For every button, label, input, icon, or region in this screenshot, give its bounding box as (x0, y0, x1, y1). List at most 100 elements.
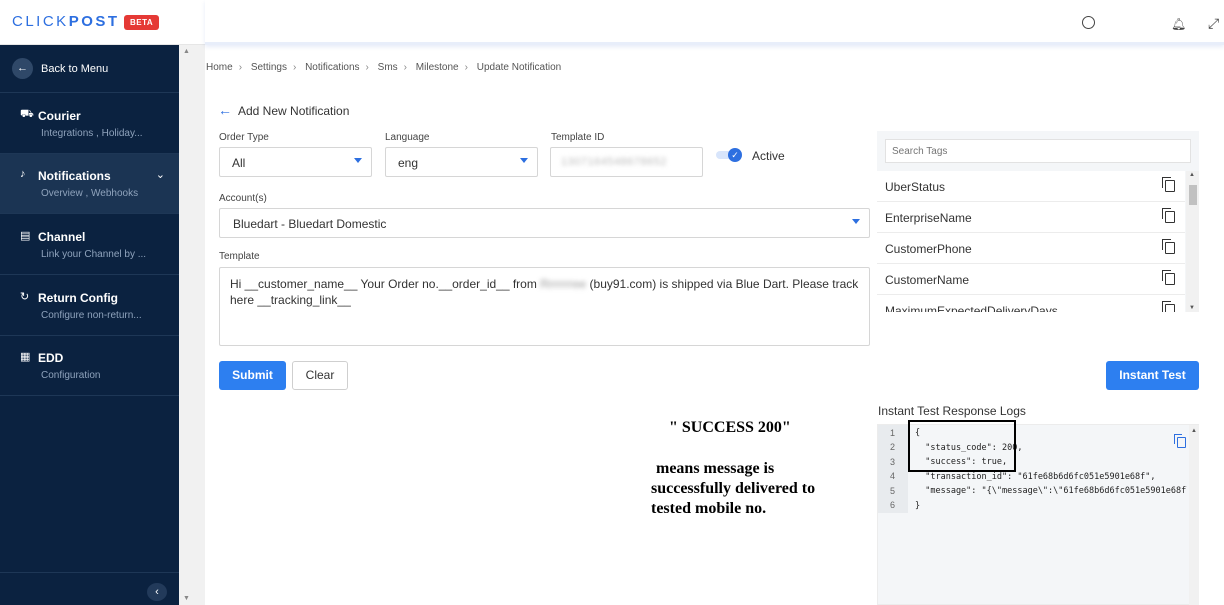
sidebar-item-channel[interactable]: ▤ Channel Link your Channel by ... (0, 215, 179, 275)
template-id-input[interactable]: 1307164548678652 (550, 147, 703, 177)
template-id-label: Template ID (551, 132, 605, 143)
sidebar-item-title: Notifications (38, 169, 111, 183)
arrow-left-icon: ← (12, 58, 33, 79)
user-profile-icon[interactable] (1082, 16, 1095, 29)
clear-button[interactable]: Clear (292, 361, 348, 390)
line-number: 1 (890, 428, 896, 438)
annotation-line: means message is (656, 460, 775, 477)
scroll-thumb[interactable] (1189, 185, 1197, 205)
logo-bar: CLICKPOST BETA (0, 0, 205, 45)
copy-icon[interactable] (1162, 301, 1175, 312)
tags-list: UberStatus EnterpriseName CustomerPhone … (877, 171, 1185, 312)
breadcrumb-home[interactable]: Home (206, 62, 233, 73)
line-number: 4 (890, 471, 896, 481)
tags-search-input[interactable] (885, 139, 1191, 163)
code-line: } (915, 501, 921, 511)
bell-icon[interactable]: 🔔︎ (1171, 17, 1186, 31)
template-textarea[interactable]: Hi __customer_name__ Your Order no.__ord… (219, 267, 870, 346)
copy-icon[interactable] (1162, 208, 1175, 223)
sidebar-item-title: Channel (38, 230, 86, 244)
sidebar-item-subtitle: Configure non-return... (41, 310, 142, 321)
annotation-heading: " SUCCESS 200" (669, 419, 791, 436)
sidebar-scrollbar[interactable]: ▲ ▼ (179, 45, 205, 605)
code-line: "message": "{\"message\":\"61fe68b6d6fc0… (915, 486, 1187, 496)
instant-test-button[interactable]: Instant Test (1106, 361, 1199, 390)
breadcrumb-sms[interactable]: Sms (378, 62, 398, 73)
annotation-line: successfully delivered to (651, 480, 816, 497)
sidebar-item-return-config[interactable]: ↻ Return Config Configure non-return... (0, 276, 179, 336)
page-title-text: Add New Notification (238, 104, 350, 118)
annotation-line: tested mobile no. (651, 500, 767, 517)
submit-button[interactable]: Submit (219, 361, 286, 390)
breadcrumb-notifications[interactable]: Notifications (305, 62, 359, 73)
page-title: ← Add New Notification (218, 102, 349, 118)
code-line: "transaction_id": "61fe68b6d6fc051e5901e… (915, 472, 1156, 482)
beta-badge: BETA (124, 15, 160, 30)
chevron-right-icon: › (292, 62, 297, 73)
chevron-down-icon: ⌄ (155, 169, 165, 181)
channel-icon: ▤ (20, 230, 31, 242)
scroll-up-icon[interactable]: ▲ (183, 48, 190, 55)
collapse-sidebar-button[interactable]: ‹ (147, 583, 167, 601)
list-item[interactable]: MaximumExpectedDeliveryDays (877, 295, 1185, 312)
tags-panel: UberStatus EnterpriseName CustomerPhone … (877, 131, 1199, 312)
tag-label: CustomerName (885, 273, 970, 287)
language-label: Language (385, 132, 430, 143)
sidebar-item-notifications[interactable]: ♪ Notifications Overview , Webhooks ⌄ (0, 154, 179, 214)
scroll-down-icon[interactable]: ▼ (183, 595, 190, 602)
chevron-right-icon: › (238, 62, 243, 73)
sidebar-item-subtitle: Integrations , Holiday... (41, 128, 143, 139)
copy-icon[interactable] (1162, 177, 1175, 192)
list-item[interactable]: UberStatus (877, 171, 1185, 202)
order-type-value: All (232, 156, 246, 170)
order-type-label: Order Type (219, 132, 269, 143)
accounts-value: Bluedart - Bluedart Domestic (233, 217, 387, 231)
back-to-menu-button[interactable]: ← Back to Menu (0, 45, 179, 93)
sidebar-item-subtitle: Configuration (41, 370, 101, 381)
expand-icon[interactable]: ⤢ (1208, 15, 1219, 32)
line-number: 5 (890, 486, 896, 496)
tag-label: UberStatus (885, 180, 946, 194)
return-icon: ↻ (20, 291, 30, 303)
scroll-up-icon[interactable]: ▲ (1191, 428, 1197, 434)
accounts-select[interactable]: Bluedart - Bluedart Domestic (219, 208, 870, 238)
caret-down-icon (852, 219, 860, 224)
caret-down-icon (354, 158, 362, 163)
tags-scrollbar[interactable]: ▲ ▼ (1186, 171, 1199, 312)
sidebar-item-edd[interactable]: ▦ EDD Configuration (0, 336, 179, 396)
logs-scrollbar[interactable]: ▲ (1189, 425, 1199, 605)
list-item[interactable]: CustomerPhone (877, 233, 1185, 264)
list-item[interactable]: CustomerName (877, 264, 1185, 295)
line-number: 6 (890, 500, 896, 510)
logo[interactable]: CLICKPOST (12, 13, 120, 30)
list-item[interactable]: EnterpriseName (877, 202, 1185, 233)
logo-text-bold: POST (68, 13, 120, 30)
highlight-box (908, 420, 1016, 472)
back-to-menu-label: Back to Menu (41, 63, 109, 75)
copy-icon[interactable] (1162, 270, 1175, 285)
tag-label: CustomerPhone (885, 242, 972, 256)
sidebar-item-subtitle: Overview , Webhooks (41, 188, 139, 199)
language-select[interactable]: eng (385, 147, 538, 177)
sidebar-item-title: Return Config (38, 291, 118, 305)
accounts-label: Account(s) (219, 193, 267, 204)
order-type-select[interactable]: All (219, 147, 372, 177)
template-text-part1: Hi __customer_name__ Your Order no.__ord… (230, 277, 541, 291)
scroll-up-icon[interactable]: ▲ (1189, 172, 1195, 178)
template-id-value: 1307164548678652 (561, 156, 667, 168)
breadcrumb-settings[interactable]: Settings (251, 62, 287, 73)
breadcrumb: Home › Settings › Notifications › Sms › Mile… (206, 62, 561, 73)
back-arrow-icon[interactable]: ← (218, 102, 232, 118)
check-icon: ✓ (728, 148, 742, 162)
sidebar: ← Back to Menu ⛟ Courier Integrations , … (0, 0, 179, 605)
tag-label: EnterpriseName (885, 211, 972, 225)
notification-icon: ♪ (20, 168, 26, 180)
breadcrumb-milestone[interactable]: Milestone (416, 62, 459, 73)
copy-icon[interactable] (1162, 239, 1175, 254)
line-number: 3 (890, 457, 896, 467)
sidebar-item-courier[interactable]: ⛟ Courier Integrations , Holiday... (0, 94, 179, 154)
template-label: Template (219, 251, 260, 262)
language-value: eng (398, 156, 419, 170)
scroll-down-icon[interactable]: ▼ (1189, 305, 1195, 311)
copy-icon[interactable] (1174, 434, 1186, 448)
